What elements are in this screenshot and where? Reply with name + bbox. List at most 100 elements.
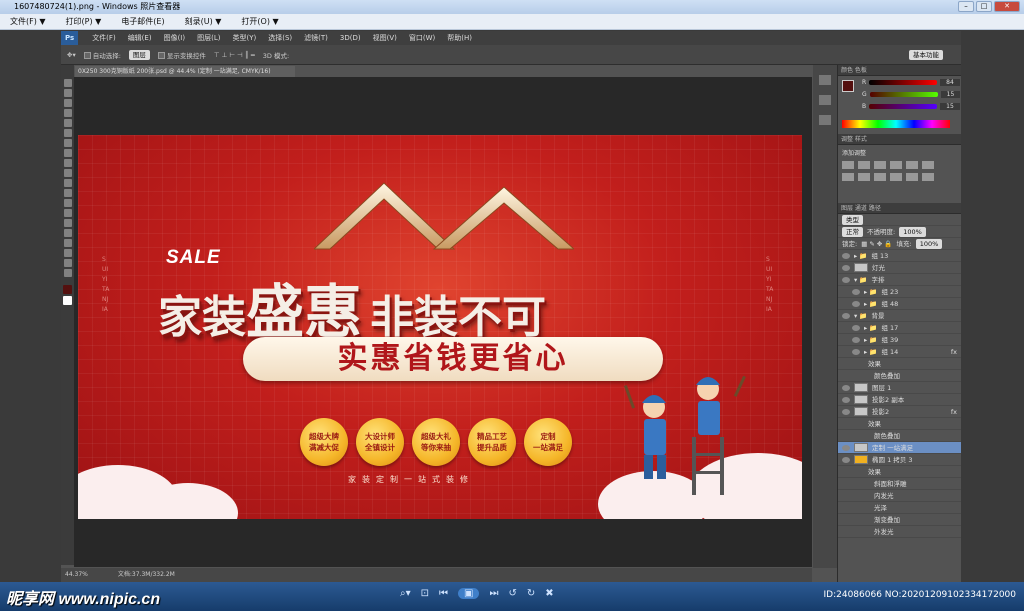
foreground-color-swatch[interactable] [63, 285, 72, 294]
rgb-b-slider[interactable] [869, 104, 938, 109]
magic-wand-icon[interactable] [63, 109, 72, 117]
align-icons[interactable]: ⊤ ⊥ ⊢ ⊣ ║ ═ [214, 51, 255, 59]
stamp-icon[interactable] [63, 159, 72, 167]
lasso-icon[interactable] [63, 99, 72, 107]
healing-icon[interactable] [63, 139, 72, 147]
properties-panel-icon[interactable] [819, 95, 831, 105]
zoom-level[interactable]: 44.37% [65, 568, 88, 582]
fx-icon[interactable]: fx [951, 406, 957, 417]
ps-menu-window[interactable]: 窗口(W) [403, 33, 441, 43]
visibility-eye-icon[interactable] [852, 288, 860, 295]
layer-row[interactable]: ▸ 📁 组 23 [838, 286, 961, 298]
visibility-eye-icon[interactable] [842, 252, 850, 259]
lock-icons[interactable]: ▦ ✎ ✥ 🔒 [861, 238, 892, 249]
transform-checkbox[interactable] [157, 52, 165, 59]
ps-menu-3d[interactable]: 3D(D) [334, 34, 367, 42]
ps-menu-layer[interactable]: 图层(L) [191, 33, 226, 43]
hand-icon[interactable] [63, 259, 72, 267]
menu-open[interactable]: 打开(O) ▼ [231, 16, 288, 27]
invert-icon[interactable] [922, 173, 934, 181]
dodge-icon[interactable] [63, 209, 72, 217]
color-spectrum-bar[interactable] [842, 120, 950, 128]
layer-row[interactable]: 椭圆 1 拷贝 3 [838, 454, 961, 466]
effect-row[interactable]: 颜色叠加 [838, 370, 961, 382]
visibility-eye-icon[interactable] [842, 396, 850, 403]
hue-icon[interactable] [922, 161, 934, 169]
rgb-r-slider[interactable] [869, 80, 938, 85]
layer-row-selected[interactable]: 定制 一站满足 [838, 442, 961, 454]
history-brush-icon[interactable] [63, 169, 72, 177]
effect-row[interactable]: 斜面和浮雕 [838, 478, 961, 490]
ps-menu-image[interactable]: 图像(I) [158, 33, 192, 43]
fg-color-chip[interactable] [842, 80, 854, 92]
rotate-left-icon[interactable]: ↺ [508, 588, 516, 599]
effect-row[interactable]: 效果 [838, 418, 961, 430]
effect-row[interactable]: 内发光 [838, 490, 961, 502]
visibility-eye-icon[interactable] [842, 408, 850, 415]
menu-print[interactable]: 打印(P) ▼ [56, 16, 112, 27]
adjustments-panel-tab[interactable]: 调整 样式 [838, 134, 961, 145]
shape-icon[interactable] [63, 249, 72, 257]
ps-menu-type[interactable]: 类型(Y) [226, 33, 262, 43]
levels-icon[interactable] [858, 161, 870, 169]
layer-row[interactable]: 灯光 [838, 262, 961, 274]
move-tool-icon[interactable]: ✥▾ [67, 51, 76, 59]
slideshow-button[interactable]: ▣ [458, 588, 480, 599]
vibrance-icon[interactable] [906, 161, 918, 169]
auto-select-checkbox[interactable] [83, 52, 91, 59]
background-color-swatch[interactable] [63, 296, 72, 305]
pen-icon[interactable] [63, 219, 72, 227]
visibility-eye-icon[interactable] [842, 384, 850, 391]
blur-icon[interactable] [63, 199, 72, 207]
type-icon[interactable] [63, 229, 72, 237]
delete-icon[interactable]: ✖ [545, 588, 553, 599]
visibility-eye-icon[interactable] [842, 456, 850, 463]
history-panel-icon[interactable] [819, 75, 831, 85]
opacity-input[interactable]: 100% [899, 226, 926, 237]
ps-menu-view[interactable]: 视图(V) [367, 33, 403, 43]
layer-kind-dropdown[interactable]: 类型 [842, 214, 863, 225]
visibility-eye-icon[interactable] [852, 336, 860, 343]
move-icon[interactable] [63, 79, 72, 87]
visibility-eye-icon[interactable] [852, 324, 860, 331]
fx-icon[interactable]: fx [951, 346, 957, 357]
visibility-eye-icon[interactable] [842, 312, 850, 319]
fill-input[interactable]: 100% [915, 238, 943, 249]
close-button[interactable]: ✕ [994, 1, 1020, 12]
prev-icon[interactable]: ⏮ [439, 588, 448, 599]
layer-row[interactable]: ▾ 📁 字排 [838, 274, 961, 286]
layers-panel-tab[interactable]: 图层 通道 路径 [838, 203, 961, 214]
layer-row[interactable]: 图层 1 [838, 382, 961, 394]
auto-select-dropdown[interactable]: 图层 [128, 49, 150, 60]
rgb-b-value[interactable]: 15 [940, 103, 960, 110]
crop-icon[interactable] [63, 119, 72, 127]
zoom-icon[interactable]: ⌕▾ [400, 588, 411, 599]
canvas-area[interactable]: SUIYITANJIA SUIYITANJIA SALE 家装盛惠 非装不可 实惠… [74, 77, 812, 567]
color-balance-icon[interactable] [842, 173, 854, 181]
brightness-icon[interactable] [842, 161, 854, 169]
layer-row[interactable]: 投影2 fx [838, 406, 961, 418]
exposure-icon[interactable] [890, 161, 902, 169]
brush-icon[interactable] [63, 149, 72, 157]
ps-menu-help[interactable]: 帮助(H) [441, 33, 478, 43]
layer-row[interactable]: ▸ 📁 组 13 [838, 250, 961, 262]
marquee-icon[interactable] [63, 89, 72, 97]
blend-mode-dropdown[interactable]: 正常 [842, 226, 863, 237]
layer-row[interactable]: ▸ 📁 组 17 [838, 322, 961, 334]
curves-icon[interactable] [874, 161, 886, 169]
rgb-g-value[interactable]: 15 [940, 91, 961, 98]
effect-row[interactable]: 效果 [838, 466, 961, 478]
rgb-g-slider[interactable] [869, 92, 938, 97]
rotate-right-icon[interactable]: ↻ [527, 588, 535, 599]
visibility-eye-icon[interactable] [842, 276, 850, 283]
fit-icon[interactable]: ⊡ [421, 588, 429, 599]
lookup-icon[interactable] [906, 173, 918, 181]
visibility-eye-icon[interactable] [842, 444, 850, 451]
gradient-icon[interactable] [63, 189, 72, 197]
ps-menu-file[interactable]: 文件(F) [86, 33, 122, 43]
layer-row[interactable]: ▸ 📁 组 39 [838, 334, 961, 346]
color-panel-tab[interactable]: 颜色 色板 [838, 65, 961, 76]
maximize-button[interactable]: □ [976, 1, 992, 12]
channel-mixer-icon[interactable] [890, 173, 902, 181]
effect-row[interactable]: 渐变叠加 [838, 514, 961, 526]
